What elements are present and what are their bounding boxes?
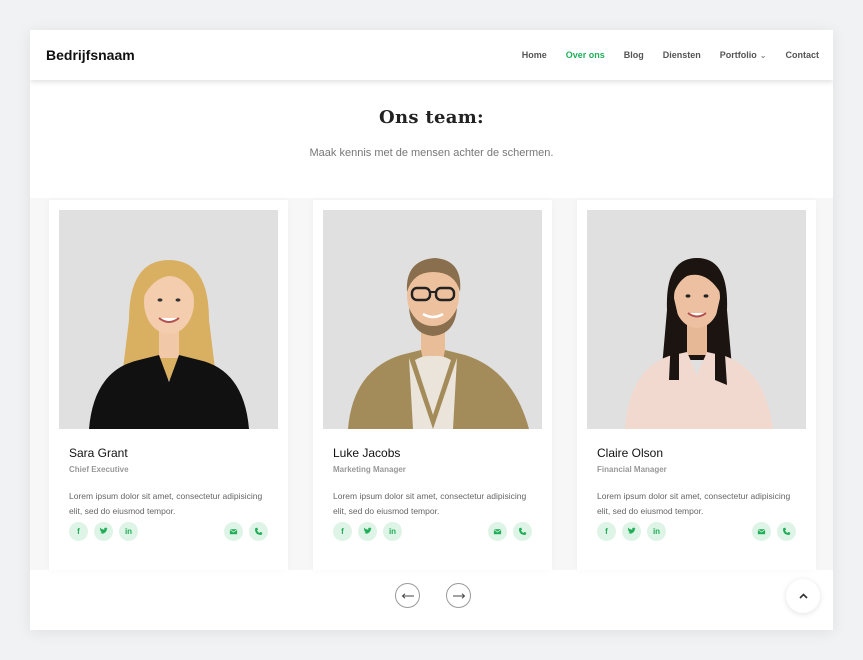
main-menu: Home Over ons Blog Diensten Portfolio ⌄ … xyxy=(503,50,819,60)
social-icons: f in xyxy=(597,522,796,541)
nav-item-home[interactable]: Home xyxy=(522,50,547,60)
envelope-icon[interactable] xyxy=(752,522,771,541)
team-member-name: Claire Olson xyxy=(597,446,664,460)
facebook-icon[interactable]: f xyxy=(597,522,616,541)
chevron-up-icon xyxy=(798,593,808,599)
facebook-icon[interactable]: f xyxy=(333,522,352,541)
linkedin-icon[interactable]: in xyxy=(383,522,402,541)
section-title: Ons team: xyxy=(379,107,484,128)
carousel-prev-button[interactable] xyxy=(395,583,420,608)
chevron-down-icon: ⌄ xyxy=(759,50,767,60)
portrait-image xyxy=(587,210,806,429)
linkedin-icon[interactable]: in xyxy=(119,522,138,541)
nav-item-portfolio-label: Portfolio xyxy=(719,50,757,60)
team-member-photo xyxy=(587,210,806,429)
team-card: Claire Olson Financial Manager Lorem ips… xyxy=(577,200,816,570)
team-member-role: Financial Manager xyxy=(597,465,667,474)
team-member-bio: Lorem ipsum dolor sit amet, consectetur … xyxy=(597,491,791,516)
navbar: Bedrijfsnaam Home Over ons Blog Diensten… xyxy=(30,30,833,80)
team-member-bio: Lorem ipsum dolor sit amet, consectetur … xyxy=(69,491,263,516)
nav-item-contact[interactable]: Contact xyxy=(786,50,820,60)
nav-item-over-ons[interactable]: Over ons xyxy=(566,50,605,60)
carousel-next-button[interactable] xyxy=(446,583,471,608)
phone-icon[interactable] xyxy=(777,522,796,541)
social-icons: f in xyxy=(69,522,268,541)
twitter-icon[interactable] xyxy=(358,522,377,541)
portrait-image xyxy=(59,210,278,429)
arrow-left-icon xyxy=(401,592,414,599)
team-member-name: Sara Grant xyxy=(69,446,128,460)
facebook-icon[interactable]: f xyxy=(69,522,88,541)
phone-icon[interactable] xyxy=(513,522,532,541)
section-subtitle: Maak kennis met de mensen achter de sche… xyxy=(309,147,554,159)
envelope-icon[interactable] xyxy=(488,522,507,541)
nav-item-portfolio[interactable]: Portfolio ⌄ xyxy=(720,50,767,60)
back-to-top-button[interactable] xyxy=(786,579,820,613)
twitter-icon[interactable] xyxy=(622,522,641,541)
team-member-role: Marketing Manager xyxy=(333,465,406,474)
portrait-image xyxy=(323,210,542,429)
team-member-name: Luke Jacobs xyxy=(333,446,401,460)
arrow-right-icon xyxy=(452,592,465,599)
brand-logo[interactable]: Bedrijfsnaam xyxy=(46,47,135,63)
nav-item-blog[interactable]: Blog xyxy=(624,50,644,60)
team-card: Sara Grant Chief Executive Lorem ipsum d… xyxy=(49,200,288,570)
twitter-icon[interactable] xyxy=(94,522,113,541)
team-member-photo xyxy=(323,210,542,429)
page-frame: Bedrijfsnaam Home Over ons Blog Diensten… xyxy=(30,30,833,630)
linkedin-icon[interactable]: in xyxy=(647,522,666,541)
social-icons: f in xyxy=(333,522,532,541)
team-member-role: Chief Executive xyxy=(69,465,129,474)
team-card: Luke Jacobs Marketing Manager Lorem ipsu… xyxy=(313,200,552,570)
envelope-icon[interactable] xyxy=(224,522,243,541)
phone-icon[interactable] xyxy=(249,522,268,541)
team-member-photo xyxy=(59,210,278,429)
nav-item-diensten[interactable]: Diensten xyxy=(663,50,701,60)
team-member-bio: Lorem ipsum dolor sit amet, consectetur … xyxy=(333,491,527,516)
